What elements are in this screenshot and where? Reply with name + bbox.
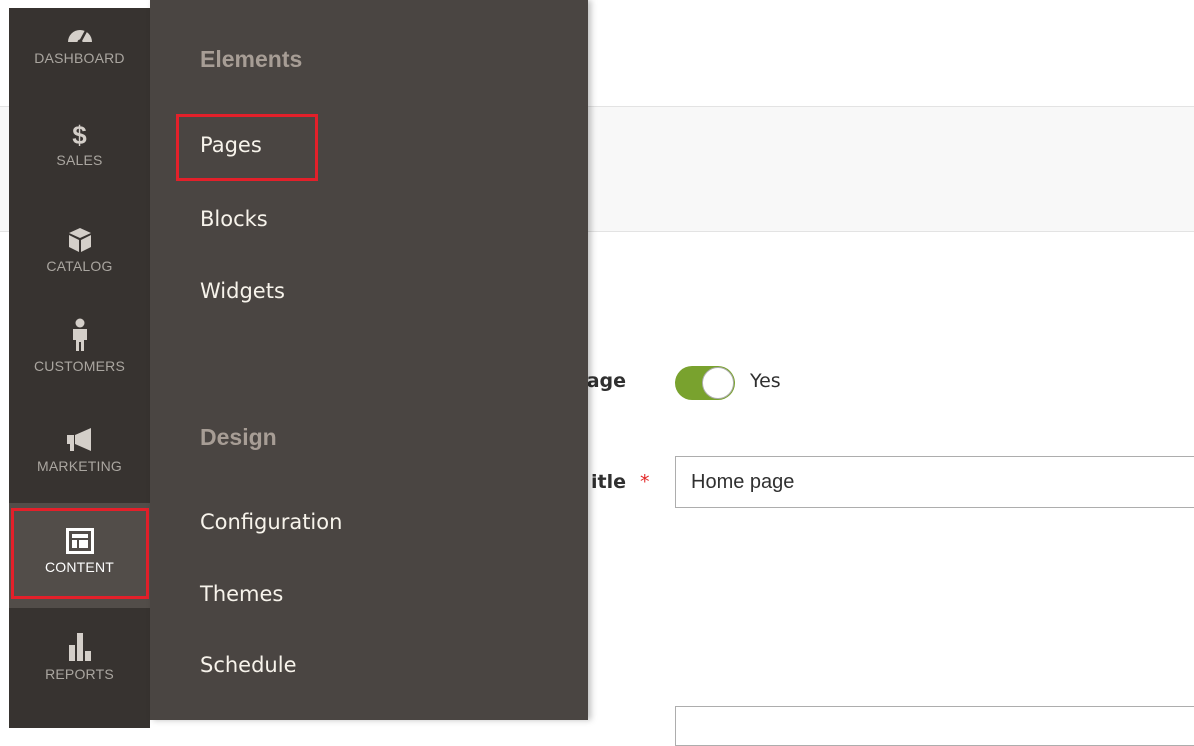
dashboard-gauge-icon [66, 18, 94, 48]
sidebar-item-content[interactable]: CONTENT [9, 503, 150, 608]
sidebar-item-label: CATALOG [46, 258, 113, 274]
sidebar-item-label: CONTENT [44, 559, 115, 575]
layout-icon [65, 525, 94, 557]
menu-item-pages[interactable]: Pages [200, 133, 262, 157]
sidebar-item-label: SALES [56, 152, 103, 168]
enable-page-toggle[interactable] [675, 366, 735, 400]
sidebar-item-label: CUSTOMERS [34, 358, 125, 374]
enable-page-value: Yes [750, 370, 781, 392]
sidebar-item-dashboard[interactable]: DASHBOARD [9, 8, 150, 108]
content-flyout-menu: Elements Pages Blocks Widgets Design Con… [150, 0, 588, 720]
menu-item-configuration[interactable]: Configuration [200, 510, 342, 534]
section-title-elements: Elements [200, 46, 303, 72]
megaphone-icon [65, 424, 95, 456]
next-field-input[interactable] [675, 706, 1194, 746]
sidebar-item-catalog[interactable]: CATALOG [9, 208, 150, 308]
sidebar-item-label: DASHBOARD [34, 50, 125, 66]
required-marker: * [640, 471, 650, 493]
section-title-design: Design [200, 424, 277, 450]
toggle-knob [702, 367, 734, 399]
person-icon [70, 314, 90, 356]
bar-chart-icon [68, 628, 92, 664]
box-icon [67, 224, 93, 256]
sidebar-item-reports[interactable]: REPORTS [9, 608, 150, 708]
sidebar-item-sales[interactable]: $ SALES [9, 108, 150, 208]
sidebar-item-marketing[interactable]: MARKETING [9, 408, 150, 508]
sidebar-item-label: MARKETING [36, 458, 123, 474]
enable-page-label: age [586, 370, 626, 392]
menu-item-schedule[interactable]: Schedule [200, 653, 297, 677]
dollar-icon: $ [72, 119, 87, 150]
admin-sidebar: DASHBOARD $ SALES CATALOG CUSTOMERS MARK… [9, 8, 150, 728]
sidebar-item-customers[interactable]: CUSTOMERS [9, 308, 150, 408]
menu-item-widgets[interactable]: Widgets [200, 279, 285, 303]
menu-item-blocks[interactable]: Blocks [200, 207, 268, 231]
page-title-label: itle [591, 471, 626, 493]
sidebar-item-label: REPORTS [45, 666, 114, 682]
page-title-input[interactable] [675, 456, 1194, 508]
menu-item-themes[interactable]: Themes [200, 582, 283, 606]
